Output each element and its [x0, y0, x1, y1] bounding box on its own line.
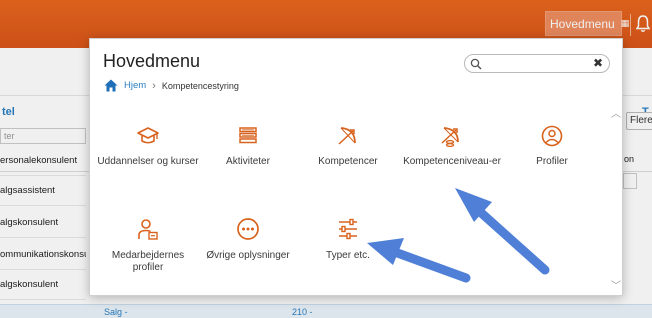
annotation-arrow-right	[455, 188, 550, 275]
annotation-arrows	[367, 188, 550, 283]
annotation-arrow-left	[367, 238, 471, 283]
